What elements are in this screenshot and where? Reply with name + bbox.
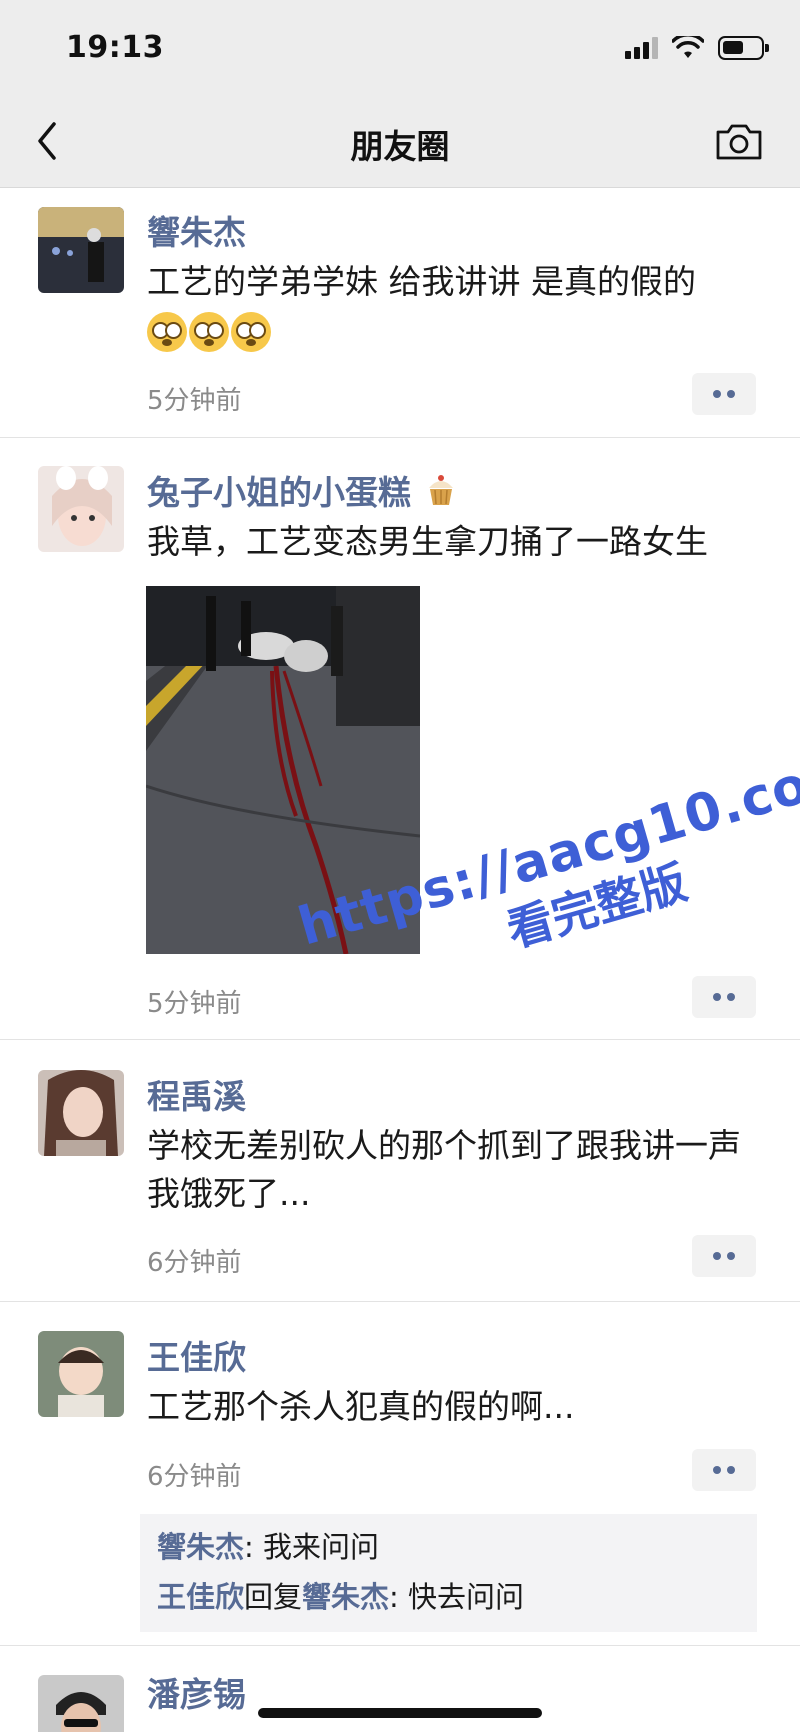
- comment-separator: :: [389, 1580, 409, 1614]
- post-author[interactable]: 王佳欣: [147, 1331, 246, 1379]
- reply-to-name[interactable]: 響朱杰: [302, 1580, 389, 1614]
- avatar[interactable]: [38, 466, 124, 552]
- top-bar: 19:13 朋友圈: [0, 0, 800, 188]
- post-text: 工艺那个杀人犯真的假的啊...: [147, 1387, 575, 1426]
- comment[interactable]: 響朱杰: 我来问问: [157, 1522, 757, 1572]
- avatar[interactable]: [38, 1675, 124, 1732]
- status-icons: [625, 36, 769, 60]
- status-time: 19:13: [66, 30, 164, 65]
- cupcake-icon: [428, 475, 453, 505]
- comment-separator: :: [244, 1530, 264, 1564]
- comment-text: 我来问问: [263, 1530, 380, 1564]
- avatar[interactable]: [38, 207, 124, 293]
- camera-icon[interactable]: [714, 120, 764, 162]
- post-time: 5分钟前: [147, 386, 242, 416]
- post-time: 6分钟前: [147, 1248, 242, 1278]
- page-title: 朋友圈: [350, 127, 450, 166]
- flushed-face-icon: [189, 311, 229, 352]
- avatar[interactable]: [38, 1070, 124, 1156]
- post-author[interactable]: 兔子小姐的小蛋糕: [147, 466, 459, 514]
- post-time: 6分钟前: [147, 1462, 242, 1492]
- post-text: 工艺的学弟学妹 给我讲讲 是真的假的: [147, 258, 767, 354]
- post-text: 学校无差别砍人的那个抓到了跟我讲一声 我饿死了...: [147, 1126, 741, 1213]
- comment-author[interactable]: 王佳欣: [157, 1580, 244, 1614]
- comments-box: 響朱杰: 我来问问 王佳欣回复響朱杰: 快去问问: [140, 1514, 757, 1632]
- more-actions-button[interactable]: [692, 976, 756, 1018]
- flushed-face-icon: [231, 311, 271, 352]
- wifi-icon: [672, 36, 704, 58]
- post-author[interactable]: 程禹溪: [147, 1070, 246, 1118]
- more-actions-button[interactable]: [692, 1449, 756, 1491]
- more-actions-button[interactable]: [692, 373, 756, 415]
- moment-post: 潘彦锡: [0, 1646, 800, 1732]
- post-author[interactable]: 潘彦锡: [147, 1668, 246, 1716]
- avatar[interactable]: [38, 1331, 124, 1417]
- battery-icon: [718, 36, 769, 60]
- reply-word: 回复: [244, 1580, 303, 1614]
- home-indicator: [258, 1708, 542, 1718]
- author-name: 兔子小姐的小蛋糕: [147, 473, 411, 512]
- comment[interactable]: 王佳欣回复響朱杰: 快去问问: [157, 1572, 757, 1622]
- post-time: 5分钟前: [147, 989, 242, 1019]
- moment-post: 響朱杰 工艺的学弟学妹 给我讲讲 是真的假的 5分钟前: [0, 188, 800, 438]
- comment-author[interactable]: 響朱杰: [157, 1530, 244, 1564]
- moment-post: 程禹溪 学校无差别砍人的那个抓到了跟我讲一声 我饿死了... 6分钟前: [0, 1040, 800, 1302]
- flushed-face-icon: [147, 311, 187, 352]
- post-author[interactable]: 響朱杰: [147, 206, 246, 254]
- comment-text: 快去问问: [408, 1580, 525, 1614]
- cellular-signal-icon: [625, 37, 658, 59]
- post-text: 我草，工艺变态男生拿刀捅了一路女生: [147, 522, 708, 561]
- more-actions-button[interactable]: [692, 1235, 756, 1277]
- post-text-content: 工艺的学弟学妹 给我讲讲 是真的假的: [147, 262, 696, 301]
- moment-post: 王佳欣 工艺那个杀人犯真的假的啊... 6分钟前 響朱杰: 我来问问 王佳欣回复…: [0, 1302, 800, 1646]
